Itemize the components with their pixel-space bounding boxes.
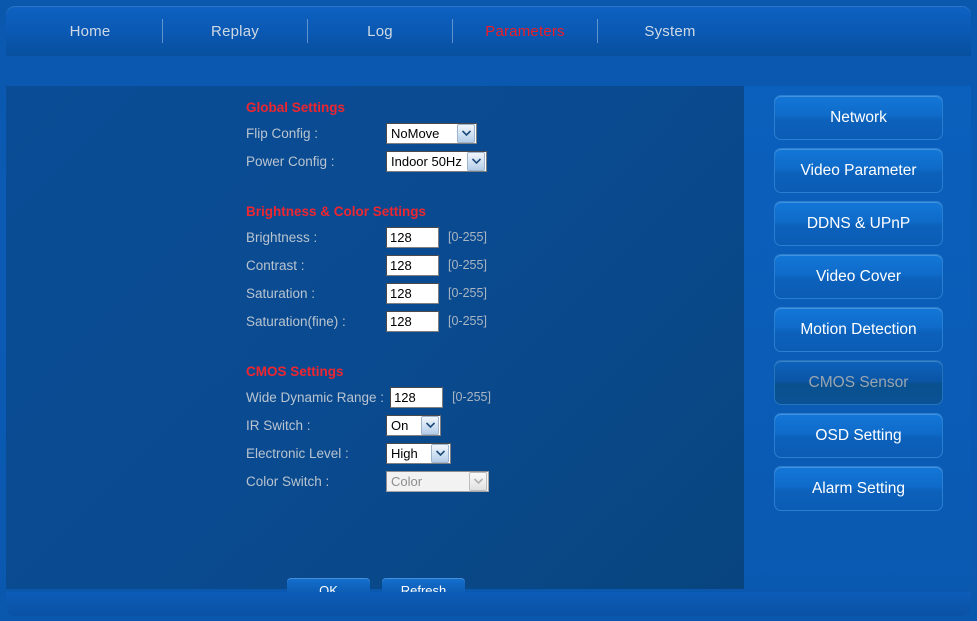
label-brightness: Brightness : [246,229,318,245]
chevron-down-icon [421,415,439,435]
hint-contrast-range: [0-255] [448,258,487,272]
input-contrast[interactable] [386,254,439,276]
nav-separator [162,19,163,43]
sidebar-item-osd-setting[interactable]: OSD Setting [774,413,943,458]
top-navigation-bar: Home Replay Log Parameters System [6,6,971,56]
select-color-switch-value: Color [391,473,423,489]
label-power-config: Power Config : [246,153,335,169]
parameters-sidebar: Network Video Parameter DDNS & UPnP Vide… [744,86,971,589]
hint-saturation-fine-range: [0-255] [448,314,487,328]
cmos-sensor-form: Global Settings Flip Config : NoMove Pow… [246,86,716,495]
nav-item-system[interactable]: System [610,23,730,40]
label-color-switch: Color Switch : [246,473,330,489]
sidebar-item-video-parameter[interactable]: Video Parameter [774,148,943,193]
nav-separator [452,19,453,43]
input-brightness[interactable] [386,226,439,248]
sidebar-button-list: Network Video Parameter DDNS & UPnP Vide… [774,95,943,519]
row-saturation: Saturation : [0-255] [246,279,716,307]
row-electronic-level: Electronic Level : High [246,439,716,467]
row-color-switch: Color Switch : Color [246,467,716,495]
nav-item-home[interactable]: Home [30,23,150,40]
select-ir-switch[interactable]: On [386,414,441,436]
label-wide-dynamic-range: Wide Dynamic Range : [246,389,385,405]
select-power-config-value: Indoor 50Hz [391,153,462,169]
select-ir-switch-value: On [391,417,409,433]
sidebar-item-ddns-upnp[interactable]: DDNS & UPnP [774,201,943,246]
chevron-down-icon [469,471,487,491]
section-title-cmos-settings: CMOS Settings [246,364,344,379]
row-brightness: Brightness : [0-255] [246,223,716,251]
nav-separator [307,19,308,43]
page-root: Home Replay Log Parameters System Global… [0,0,977,621]
sidebar-item-motion-detection[interactable]: Motion Detection [774,307,943,352]
input-saturation-fine[interactable] [386,310,439,332]
section-title-global-settings: Global Settings [246,100,346,115]
bottom-status-bar [6,592,971,616]
nav-separator [597,19,598,43]
label-saturation: Saturation : [246,285,316,301]
nav-item-list: Home Replay Log Parameters System [6,6,971,56]
chevron-down-icon [457,123,475,143]
row-flip-config: Flip Config : NoMove [246,119,716,147]
hint-saturation-range: [0-255] [448,286,487,300]
nav-item-replay[interactable]: Replay [175,23,295,40]
label-flip-config: Flip Config : [246,125,319,141]
sidebar-item-alarm-setting[interactable]: Alarm Setting [774,466,943,511]
row-power-config: Power Config : Indoor 50Hz [246,147,716,175]
label-saturation-fine: Saturation(fine) : [246,313,346,329]
sidebar-item-cmos-sensor[interactable]: CMOS Sensor [774,360,943,405]
section-title-brightness-color-settings: Brightness & Color Settings [246,204,427,219]
select-power-config[interactable]: Indoor 50Hz [386,150,487,172]
label-electronic-level: Electronic Level : [246,445,349,461]
chevron-down-icon [467,151,485,171]
select-flip-config[interactable]: NoMove [386,122,477,144]
hint-wide-dynamic-range: [0-255] [452,390,491,404]
row-contrast: Contrast : [0-255] [246,251,716,279]
row-wide-dynamic-range: Wide Dynamic Range : [0-255] [246,383,716,411]
sidebar-item-video-cover[interactable]: Video Cover [774,254,943,299]
sidebar-item-network[interactable]: Network [774,95,943,140]
nav-item-parameters[interactable]: Parameters [465,23,585,40]
hint-brightness-range: [0-255] [448,230,487,244]
label-contrast: Contrast : [246,257,305,273]
row-ir-switch: IR Switch : On [246,411,716,439]
select-flip-config-value: NoMove [391,125,440,141]
row-saturation-fine: Saturation(fine) : [0-255] [246,307,716,335]
select-electronic-level[interactable]: High [386,442,451,464]
chevron-down-icon [431,443,449,463]
input-saturation[interactable] [386,282,439,304]
input-wide-dynamic-range[interactable] [390,386,444,408]
nav-item-log[interactable]: Log [320,23,440,40]
select-color-switch: Color [386,470,489,492]
settings-content-panel: Global Settings Flip Config : NoMove Pow… [6,86,744,602]
label-ir-switch: IR Switch : [246,417,311,433]
select-electronic-level-value: High [391,445,418,461]
